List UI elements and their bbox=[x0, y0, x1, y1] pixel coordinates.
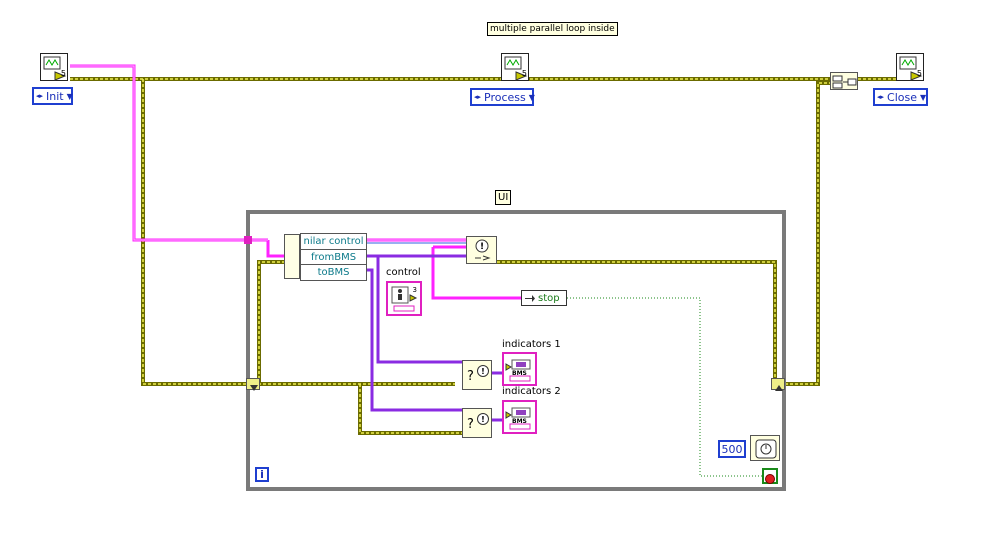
loop-condition-terminal[interactable] bbox=[762, 468, 778, 484]
merge-errors-icon bbox=[832, 75, 857, 89]
case-node-indicators-2[interactable]: ? ! bbox=[462, 408, 492, 438]
wait-icon bbox=[755, 439, 777, 459]
unbundle-leading-edge bbox=[284, 234, 300, 279]
question-symbol: ? bbox=[467, 369, 474, 384]
vi-number: 5 bbox=[60, 69, 66, 78]
indicators-1-icon-text: BMS bbox=[512, 370, 527, 377]
state-enum-init[interactable]: ◂▸ Init ▼ bbox=[32, 87, 73, 105]
triangle-up-icon bbox=[775, 385, 783, 391]
cluster-indicator-icon bbox=[505, 359, 531, 382]
merge-errors-node[interactable] bbox=[830, 72, 858, 90]
vi-number: 5 bbox=[916, 69, 922, 78]
state-enum-close-label: Close bbox=[887, 90, 917, 104]
state-enum-process-label: Process bbox=[484, 90, 526, 104]
iteration-terminal[interactable]: i bbox=[255, 467, 269, 482]
arrow-right-icon bbox=[525, 295, 535, 302]
unbundle-item[interactable]: nilar control bbox=[301, 234, 366, 250]
triangle-down-icon bbox=[250, 385, 258, 391]
chevron-down-icon: ▼ bbox=[920, 92, 927, 102]
error-icon: ! bbox=[477, 413, 489, 425]
unbundle-item[interactable]: toBMS bbox=[301, 265, 366, 280]
process-vi-node[interactable]: 5 bbox=[501, 53, 529, 81]
enum-arrow-icon: ◂▸ bbox=[877, 93, 885, 101]
stop-label: stop bbox=[538, 292, 560, 304]
state-enum-close[interactable]: ◂▸ Close ▼ bbox=[873, 88, 928, 106]
svg-text:!: ! bbox=[481, 415, 485, 424]
shift-register-left[interactable] bbox=[246, 378, 260, 391]
close-vi-node[interactable]: 5 bbox=[896, 53, 924, 81]
control-terminal[interactable]: 3 bbox=[386, 281, 422, 316]
enum-arrow-icon: ◂▸ bbox=[36, 92, 44, 100]
indicators-1-terminal[interactable]: BMS bbox=[502, 352, 537, 386]
enum-arrow-icon: ◂▸ bbox=[474, 93, 482, 101]
error-icon: ! bbox=[475, 239, 491, 261]
loop-label: UI bbox=[495, 190, 512, 205]
state-enum-process[interactable]: ◂▸ Process ▼ bbox=[470, 88, 535, 106]
svg-text:!: ! bbox=[481, 367, 485, 376]
cluster-indicator-icon bbox=[505, 407, 531, 430]
error-icon: ! bbox=[477, 365, 489, 377]
diagram-title-label: multiple parallel loop inside bbox=[487, 22, 618, 36]
init-vi-node[interactable]: 5 bbox=[40, 53, 68, 81]
wait-node[interactable] bbox=[750, 435, 780, 461]
chevron-down-icon: ▼ bbox=[528, 92, 535, 102]
control-label: control bbox=[386, 267, 421, 278]
vi-number: 5 bbox=[521, 69, 527, 78]
unbundle-by-name-node[interactable]: nilar control fromBMS toBMS bbox=[284, 233, 367, 281]
unbundle-item[interactable]: fromBMS bbox=[301, 250, 366, 266]
control-number: 3 bbox=[412, 286, 417, 294]
chevron-down-icon: ▼ bbox=[66, 91, 73, 101]
wait-ms-constant[interactable]: 500 bbox=[718, 440, 746, 458]
state-enum-init-label: Init bbox=[46, 89, 64, 103]
cluster-tunnel[interactable] bbox=[244, 236, 252, 244]
indicators-2-terminal[interactable]: BMS bbox=[502, 400, 537, 434]
svg-text:!: ! bbox=[480, 242, 484, 252]
error-handler-node[interactable]: ! bbox=[466, 236, 497, 264]
case-node-indicators-1[interactable]: ? ! bbox=[462, 360, 492, 390]
indicators-1-label: indicators 1 bbox=[502, 339, 561, 350]
question-symbol: ? bbox=[467, 417, 474, 432]
stop-local-variable[interactable]: stop bbox=[521, 290, 567, 306]
indicators-2-label: indicators 2 bbox=[502, 386, 561, 397]
stop-icon bbox=[765, 474, 775, 484]
shift-register-right[interactable] bbox=[771, 378, 785, 391]
indicators-2-icon-text: BMS bbox=[512, 418, 527, 425]
